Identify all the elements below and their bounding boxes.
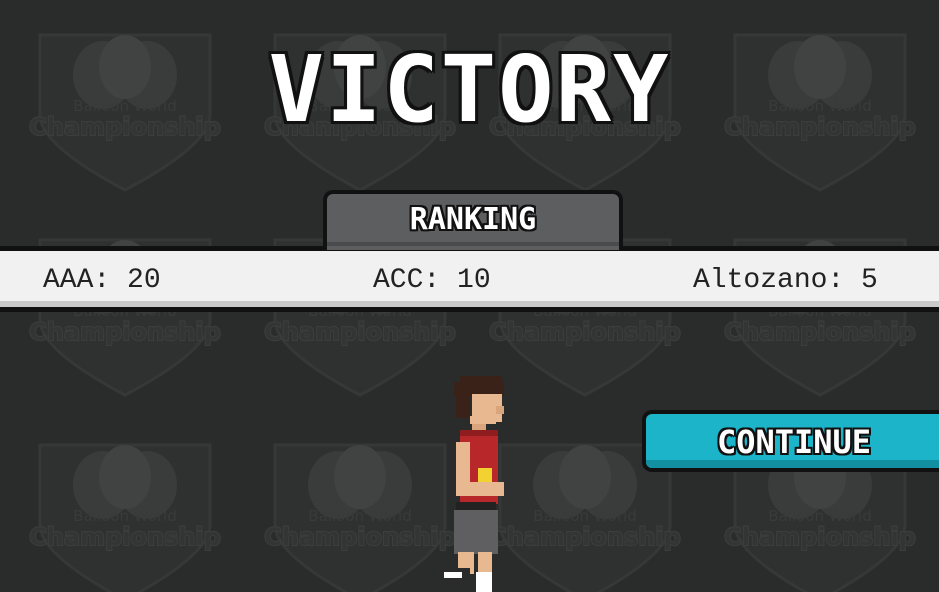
ranking-score-bar: AAA: 20 ACC: 10 Altozano: 5: [0, 246, 939, 312]
watermark-line2: Championship: [264, 318, 456, 346]
player-character-sprite: [440, 376, 504, 592]
ranking-tab: RANKING: [323, 190, 623, 250]
watermark-line2: Championship: [724, 523, 916, 551]
victory-title: VICTORY: [268, 36, 671, 143]
watermark-line2: Championship: [29, 318, 221, 346]
score-entry-aaa: AAA: 20: [43, 265, 161, 296]
score-entry-acc: ACC: 10: [373, 265, 491, 296]
ranking-label: RANKING: [409, 202, 537, 237]
watermark-logo: Balloon WorldChampionship: [28, 443, 222, 592]
watermark-line2: Championship: [29, 523, 221, 551]
continue-button[interactable]: CONTINUE: [642, 410, 939, 472]
watermark-line2: Championship: [489, 318, 681, 346]
continue-label: CONTINUE: [716, 423, 872, 461]
watermark-line2: Championship: [724, 318, 916, 346]
score-entry-altozano: Altozano: 5: [693, 265, 878, 296]
